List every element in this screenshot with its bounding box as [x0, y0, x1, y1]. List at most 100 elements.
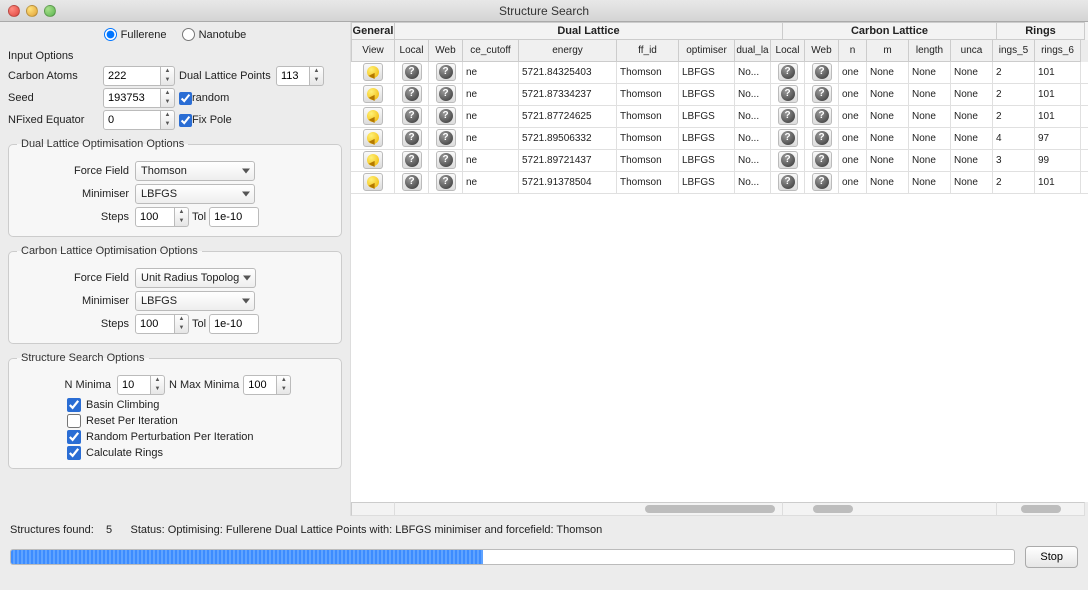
reset-iteration-checkbox[interactable]: [67, 414, 81, 428]
carbon-tol-input[interactable]: [209, 314, 259, 334]
scrollbar-rings[interactable]: [997, 502, 1085, 516]
col-dual-web[interactable]: Web: [429, 40, 463, 62]
table-row[interactable]: ??ne5721.89506332ThomsonLBFGSNo...??oneN…: [351, 128, 1088, 150]
calculate-rings-checkbox[interactable]: [67, 446, 81, 460]
fix-pole-checkbox[interactable]: [179, 114, 192, 127]
carbon-steps-label: Steps: [17, 318, 135, 330]
view-back-icon[interactable]: [363, 151, 383, 169]
carbon-local-icon[interactable]: ?: [778, 151, 798, 169]
dual-web-icon[interactable]: ?: [436, 151, 456, 169]
dual-min-select[interactable]: LBFGS: [135, 184, 255, 204]
radio-nanotube[interactable]: Nanotube: [182, 28, 247, 41]
cell-unca: None: [951, 172, 993, 193]
view-back-icon[interactable]: [363, 85, 383, 103]
random-perturb-checkbox[interactable]: [67, 430, 81, 444]
table-row[interactable]: ??ne5721.91378504ThomsonLBFGSNo...??oneN…: [351, 172, 1088, 194]
carbon-web-icon[interactable]: ?: [812, 85, 832, 103]
view-back-icon[interactable]: [363, 129, 383, 147]
dual-local-icon[interactable]: ?: [402, 151, 422, 169]
col-carbon-web[interactable]: Web: [805, 40, 839, 62]
table-row[interactable]: ??ne5721.89721437ThomsonLBFGSNo...??oneN…: [351, 150, 1088, 172]
view-back-icon[interactable]: [363, 173, 383, 191]
view-back-icon[interactable]: [363, 63, 383, 81]
col-rings5[interactable]: ings_5: [993, 40, 1035, 62]
seed-input[interactable]: [103, 88, 161, 108]
dual-web-icon[interactable]: ?: [436, 173, 456, 191]
spinner-icon[interactable]: ▲▼: [161, 88, 175, 108]
cell-rings5: 3: [993, 150, 1035, 171]
col-dual-local[interactable]: Local: [395, 40, 429, 62]
nfixed-equator-input[interactable]: [103, 110, 161, 130]
spinner-icon[interactable]: ▲▼: [161, 66, 175, 86]
nmaxminima-input[interactable]: [243, 375, 277, 395]
carbon-local-icon[interactable]: ?: [778, 129, 798, 147]
scrollbar-carbon[interactable]: [783, 502, 997, 516]
view-back-icon[interactable]: [363, 107, 383, 125]
random-checkbox[interactable]: [179, 92, 192, 105]
spinner-icon[interactable]: ▲▼: [310, 66, 324, 86]
table-row[interactable]: ??ne5721.84325403ThomsonLBFGSNo...??oneN…: [351, 62, 1088, 84]
dual-ff-select[interactable]: Thomson: [135, 161, 255, 181]
col-unca[interactable]: unca: [951, 40, 993, 62]
dual-lattice-points-input[interactable]: [276, 66, 310, 86]
dual-web-icon[interactable]: ?: [436, 85, 456, 103]
input-options-label: Input Options: [8, 50, 342, 62]
col-carbon-local[interactable]: Local: [771, 40, 805, 62]
col-n[interactable]: n: [839, 40, 867, 62]
dual-local-icon[interactable]: ?: [402, 63, 422, 81]
cell-m: None: [867, 84, 909, 105]
carbon-min-select[interactable]: LBFGS: [135, 291, 255, 311]
col-m[interactable]: m: [867, 40, 909, 62]
basin-climbing-checkbox[interactable]: [67, 398, 81, 412]
spinner-icon[interactable]: ▲▼: [175, 314, 189, 334]
carbon-ff-select[interactable]: Unit Radius Topolog: [135, 268, 256, 288]
carbon-web-icon[interactable]: ?: [812, 173, 832, 191]
dual-web-icon[interactable]: ?: [436, 63, 456, 81]
nminima-input[interactable]: [117, 375, 151, 395]
spinner-icon[interactable]: ▲▼: [175, 207, 189, 227]
random-perturb-label: Random Perturbation Per Iteration: [86, 431, 254, 443]
table-row[interactable]: ??ne5721.87334237ThomsonLBFGSNo...??oneN…: [351, 84, 1088, 106]
carbon-local-icon[interactable]: ?: [778, 85, 798, 103]
cell-energy: 5721.89721437: [519, 150, 617, 171]
carbon-web-icon[interactable]: ?: [812, 151, 832, 169]
cell-duallat: No...: [735, 62, 771, 83]
dual-local-icon[interactable]: ?: [402, 129, 422, 147]
dual-local-icon[interactable]: ?: [402, 85, 422, 103]
scrollbar-dual[interactable]: [395, 502, 783, 516]
spinner-icon[interactable]: ▲▼: [161, 110, 175, 130]
col-rings6[interactable]: rings_6: [1035, 40, 1081, 62]
spinner-icon[interactable]: ▲▼: [151, 375, 165, 395]
dual-web-icon[interactable]: ?: [436, 129, 456, 147]
radio-fullerene[interactable]: Fullerene: [104, 28, 167, 41]
col-view[interactable]: View: [351, 40, 395, 62]
dual-web-icon[interactable]: ?: [436, 107, 456, 125]
col-dual-lat[interactable]: dual_la: [735, 40, 771, 62]
dual-local-icon[interactable]: ?: [402, 107, 422, 125]
carbon-atoms-input[interactable]: [103, 66, 161, 86]
dual-opt-legend: Dual Lattice Optimisation Options: [17, 138, 188, 150]
col-ff[interactable]: ff_id: [617, 40, 679, 62]
carbon-web-icon[interactable]: ?: [812, 63, 832, 81]
spinner-icon[interactable]: ▲▼: [277, 375, 291, 395]
cell-rings5: 2: [993, 172, 1035, 193]
nminima-label: N Minima: [17, 379, 117, 391]
col-ecut[interactable]: ce_cutoff: [463, 40, 519, 62]
dual-steps-input[interactable]: [135, 207, 175, 227]
carbon-web-icon[interactable]: ?: [812, 129, 832, 147]
cell-ff: Thomson: [617, 84, 679, 105]
dual-tol-input[interactable]: [209, 207, 259, 227]
carbon-local-icon[interactable]: ?: [778, 63, 798, 81]
dual-ff-label: Force Field: [17, 165, 135, 177]
stop-button[interactable]: Stop: [1025, 546, 1078, 568]
col-energy[interactable]: energy: [519, 40, 617, 62]
col-length[interactable]: length: [909, 40, 951, 62]
carbon-steps-input[interactable]: [135, 314, 175, 334]
table-row[interactable]: ??ne5721.87724625ThomsonLBFGSNo...??oneN…: [351, 106, 1088, 128]
carbon-local-icon[interactable]: ?: [778, 107, 798, 125]
carbon-web-icon[interactable]: ?: [812, 107, 832, 125]
cell-length: None: [909, 106, 951, 127]
col-optimiser[interactable]: optimiser: [679, 40, 735, 62]
carbon-local-icon[interactable]: ?: [778, 173, 798, 191]
dual-local-icon[interactable]: ?: [402, 173, 422, 191]
